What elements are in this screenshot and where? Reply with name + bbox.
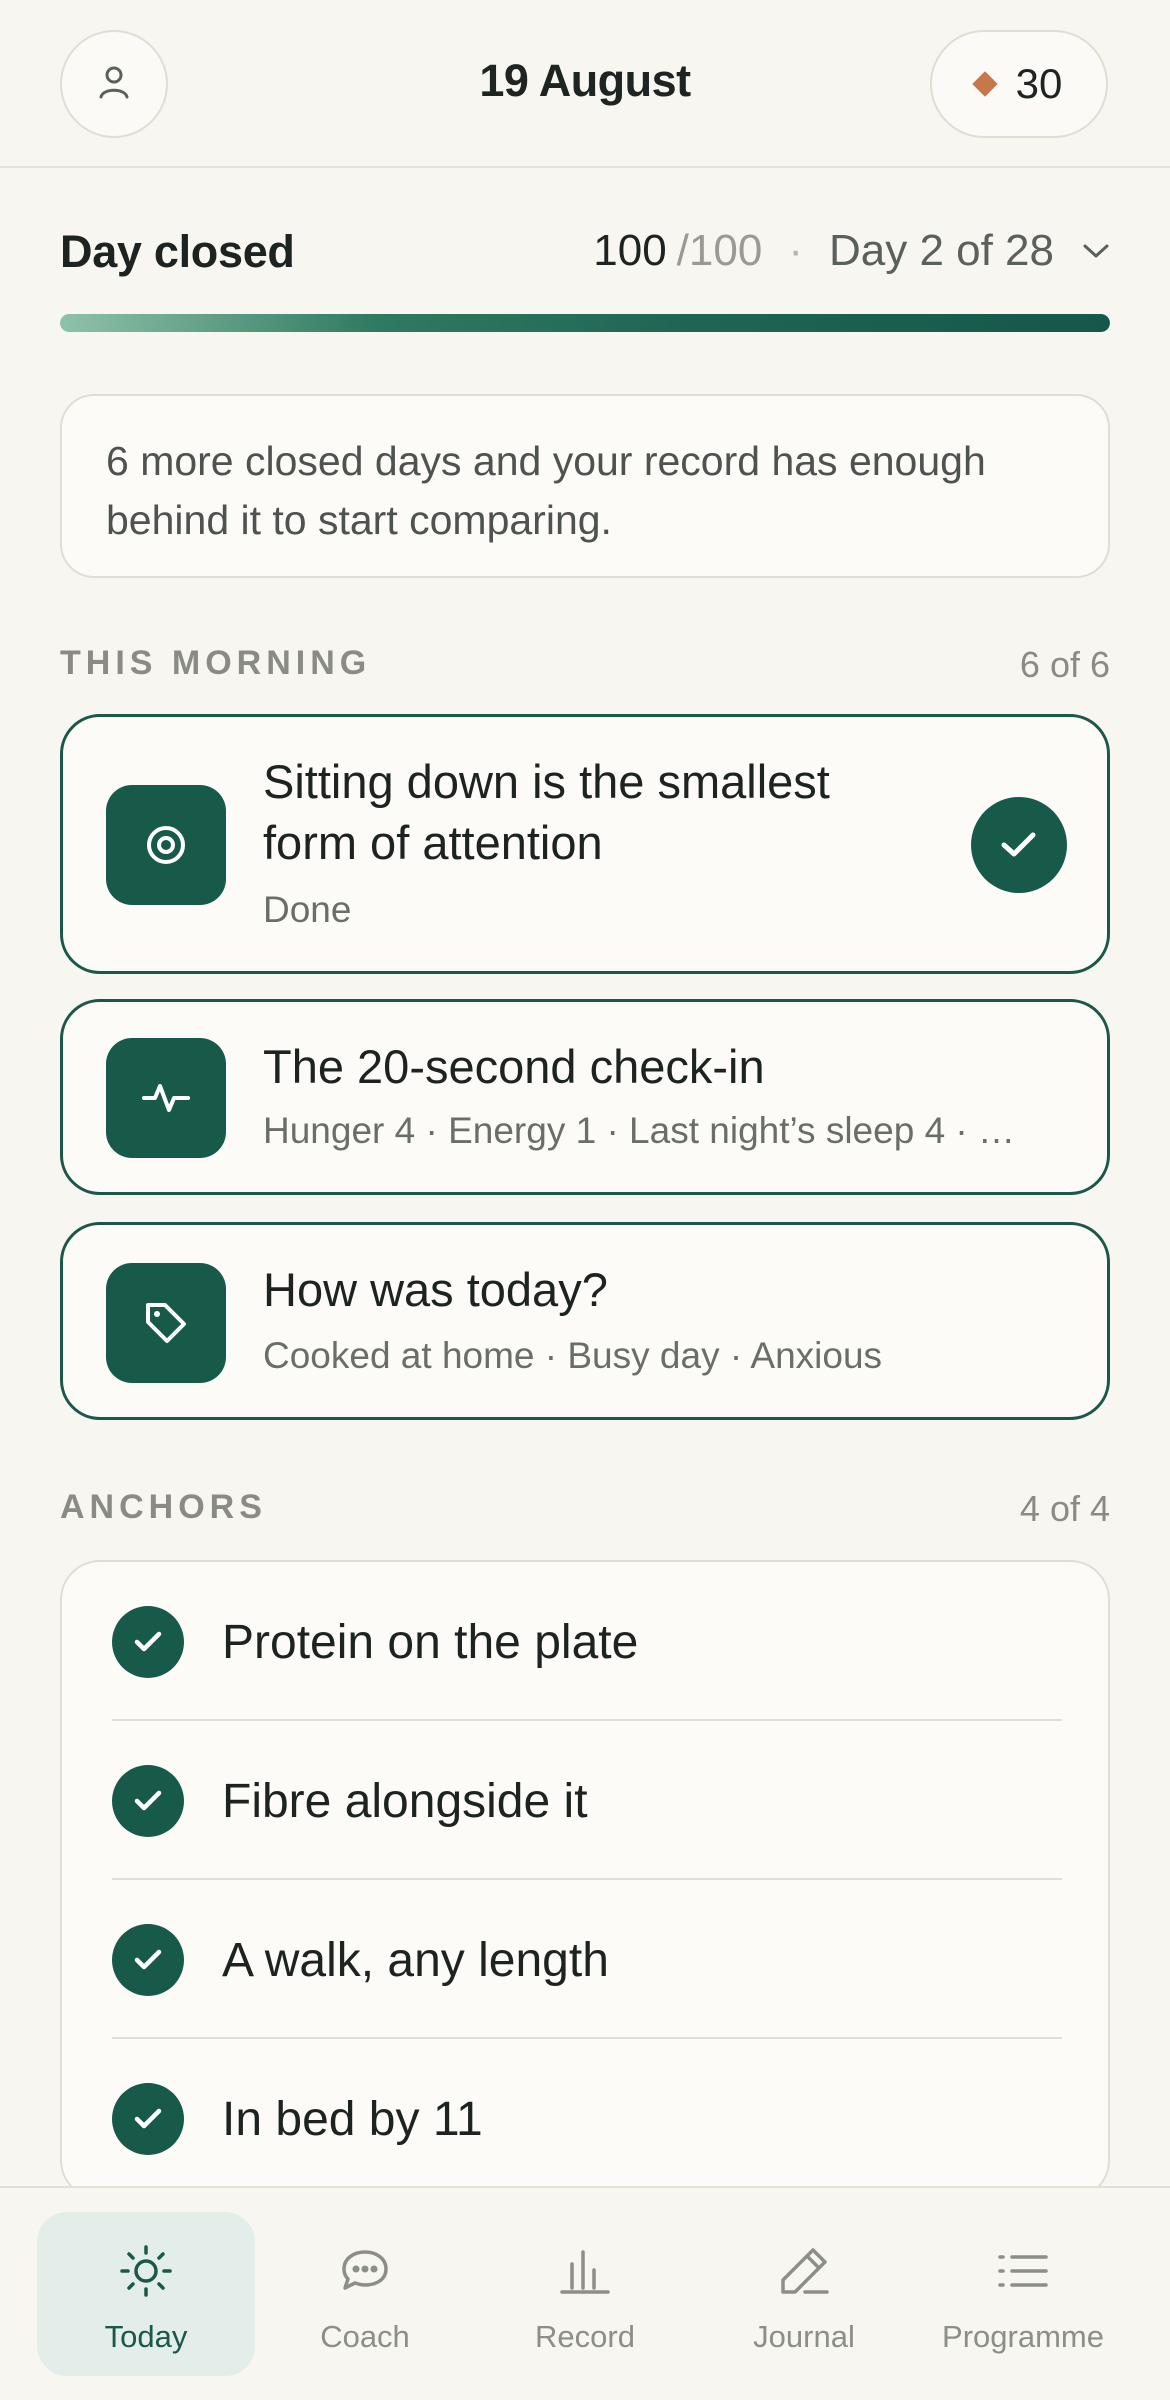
morning-section-header: THIS MORNING 6 of 6 xyxy=(60,644,1110,694)
task-subtitle: Done xyxy=(263,889,352,930)
diamond-icon xyxy=(971,71,998,97)
score-value: 100 xyxy=(593,226,667,275)
day-progress-fill xyxy=(60,314,1110,332)
nav-label: Coach xyxy=(320,2319,410,2354)
day-selector[interactable]: 100 /100 · Day 2 of 28 xyxy=(593,226,1110,276)
info-card: 6 more closed days and your record has e… xyxy=(60,394,1110,578)
task-subtitle: Hunger 4 · Energy 1 · Last night’s sleep… xyxy=(263,1110,1016,1151)
anchor-label: Protein on the plate xyxy=(222,1616,639,1669)
task-title: Sitting down is the smallest form of att… xyxy=(263,755,830,869)
day-progress-bar xyxy=(60,314,1110,332)
anchor-item[interactable]: In bed by 11 xyxy=(112,2039,1062,2198)
task-subtitle: Cooked at home · Busy day · Anxious xyxy=(263,1335,883,1376)
anchor-label: A walk, any length xyxy=(222,1934,609,1987)
check-icon[interactable] xyxy=(112,1924,184,1996)
anchors-list: Protein on the plate Fibre alongside it … xyxy=(60,1560,1110,2200)
score-max: /100 xyxy=(676,226,763,275)
sun-icon xyxy=(117,2242,175,2305)
programme-day: Day 2 of 28 xyxy=(828,226,1054,275)
chat-icon xyxy=(336,2242,394,2305)
pulse-icon xyxy=(106,1038,226,1158)
bottom-nav: Today Coach Record Journal Programme xyxy=(0,2186,1170,2400)
nav-journal[interactable]: Journal xyxy=(695,2212,913,2376)
chevron-down-icon xyxy=(1082,242,1110,260)
check-icon[interactable] xyxy=(112,1765,184,1837)
nav-record[interactable]: Record xyxy=(476,2212,694,2376)
nav-label: Programme xyxy=(942,2319,1104,2354)
section-title: ANCHORS xyxy=(60,1488,267,1526)
task-card-check-in[interactable]: The 20-second check-in Hunger 4 · Energy… xyxy=(60,999,1110,1195)
check-icon[interactable] xyxy=(112,1606,184,1678)
pen-icon xyxy=(775,2242,833,2305)
task-title: How was today? xyxy=(263,1263,608,1316)
nav-today[interactable]: Today xyxy=(37,2212,255,2376)
nav-label: Record xyxy=(535,2319,635,2354)
streak-count: 30 xyxy=(1015,60,1063,107)
tag-icon xyxy=(106,1263,226,1383)
task-card-how-was-today[interactable]: How was today? Cooked at home · Busy day… xyxy=(60,1222,1110,1420)
nav-programme[interactable]: Programme xyxy=(914,2212,1132,2376)
nav-coach[interactable]: Coach xyxy=(256,2212,474,2376)
anchor-item[interactable]: A walk, any length xyxy=(112,1880,1062,2039)
day-status-label: Day closed xyxy=(60,226,295,277)
task-card-attention[interactable]: Sitting down is the smallest form of att… xyxy=(60,714,1110,974)
anchors-section-header: ANCHORS 4 of 4 xyxy=(60,1488,1110,1538)
task-title: The 20-second check-in xyxy=(263,1040,765,1093)
target-icon xyxy=(106,785,226,905)
streak-badge[interactable]: 30 xyxy=(930,30,1108,138)
nav-label: Today xyxy=(104,2319,188,2354)
check-icon[interactable] xyxy=(112,2083,184,2155)
anchor-item[interactable]: Protein on the plate xyxy=(112,1562,1062,1721)
nav-label: Journal xyxy=(753,2319,855,2354)
check-icon xyxy=(971,797,1067,893)
top-bar: 19 August 30 xyxy=(0,0,1170,168)
day-status: Day closed 100 /100 · Day 2 of 28 xyxy=(60,222,1110,282)
bar-chart-icon xyxy=(556,2242,614,2305)
section-count: 4 of 4 xyxy=(1019,1488,1110,1529)
section-count: 6 of 6 xyxy=(1019,644,1110,685)
list-icon xyxy=(994,2242,1052,2305)
separator: · xyxy=(788,226,803,275)
anchor-label: Fibre alongside it xyxy=(222,1775,588,1828)
anchor-label: In bed by 11 xyxy=(222,2093,483,2146)
anchor-item[interactable]: Fibre alongside it xyxy=(112,1721,1062,1880)
section-title: THIS MORNING xyxy=(60,644,372,682)
